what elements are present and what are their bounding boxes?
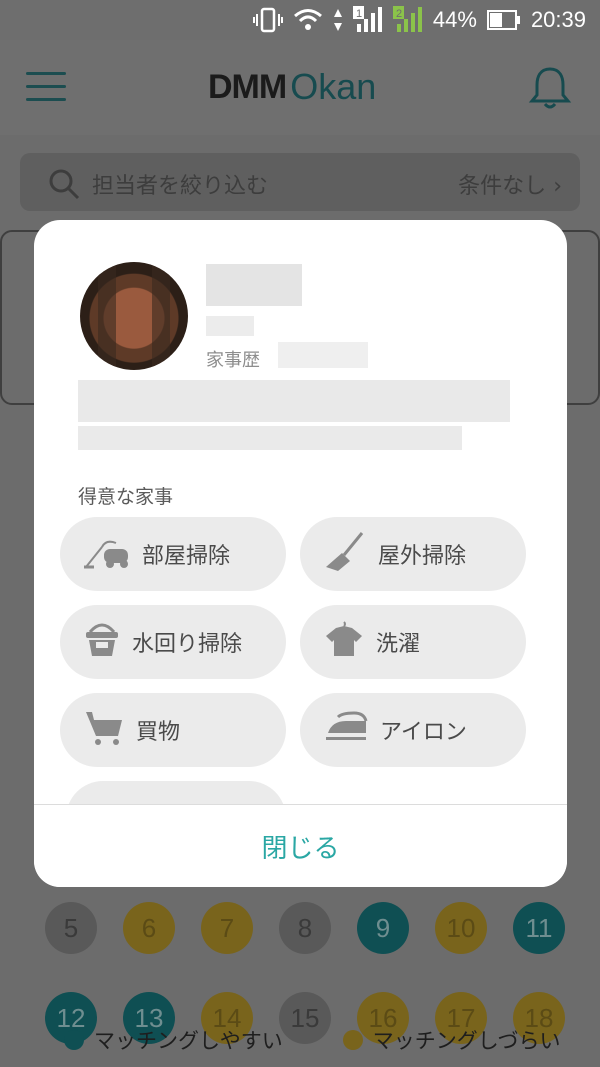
chore-label: 水回り掃除 [132,632,243,657]
bio-line2-redacted [78,426,462,450]
legend-easy-label: マッチングしやすい [94,1029,283,1053]
bell-icon[interactable] [528,65,572,115]
logo-okan: Okan [290,66,377,107]
specialty-list: 部屋掃除 屋外掃除 水回り掃除 洗濯 買物 アイロン [60,517,528,767]
filter-bar[interactable]: 担当者を絞り込む 条件なし › [20,153,580,211]
status-bar: 1 2 44% 20:39 [0,0,600,40]
calendar-day[interactable]: 9 [357,902,409,954]
avatar [80,262,188,370]
calendar-day[interactable]: 11 [513,902,565,954]
bio-line1-redacted [78,380,510,422]
chore-chip: 洗濯 [300,605,526,679]
calendar-row: 5 6 7 8 9 10 11 [45,902,565,954]
staff-age-redacted [206,316,254,336]
cart-icon [84,708,124,752]
staff-detail-modal: 家事歴 得意な家事 部屋掃除 屋外掃除 水回り掃除 洗濯 買物 アイロン 閉じる [34,220,567,887]
chore-label: 部屋掃除 [142,544,231,569]
bucket-icon [84,620,120,664]
legend-hard-label: マッチングしづらい [372,1029,561,1053]
chore-chip: アイロン [300,693,526,767]
broom-icon [324,531,366,577]
calendar-day[interactable]: 5 [45,902,97,954]
chore-label: 買物 [136,720,181,745]
calendar-day[interactable]: 7 [201,902,253,954]
wifi-icon [293,8,323,32]
legend: マッチングしやすい マッチングしづらい [64,1025,561,1055]
app-logo: DMM Okan [208,66,376,108]
modal-footer: 閉じる [34,804,567,887]
chore-chip: 屋外掃除 [300,517,526,591]
clock: 20:39 [530,7,586,32]
shirt-icon [324,620,364,664]
chore-label: 屋外掃除 [378,544,467,569]
signal-sim1-icon: 1 [352,6,383,34]
chore-chip: 水回り掃除 [60,605,286,679]
filter-placeholder: 担当者を絞り込む [92,174,269,199]
filter-condition-label: 条件なし [458,174,547,199]
chore-label: アイロン [380,720,467,745]
battery-icon [486,9,521,31]
chore-chip: 買物 [60,693,286,767]
iron-icon [324,711,368,749]
battery-percent: 44% [432,7,477,32]
search-icon [48,168,80,204]
housework-history-redacted [278,342,368,368]
data-arrows-icon [333,8,343,32]
filter-condition[interactable]: 条件なし › [458,168,562,200]
chevron-right-icon: › [553,174,562,199]
staff-name-redacted [206,264,302,306]
app-bar: DMM Okan [0,40,600,135]
legend-easy-dot [64,1030,84,1050]
menu-icon[interactable] [26,72,66,102]
specialty-title: 得意な家事 [78,486,174,508]
calendar-day[interactable]: 8 [279,902,331,954]
calendar-day[interactable]: 6 [123,902,175,954]
close-button[interactable]: 閉じる [261,828,339,865]
vacuum-icon [84,533,130,575]
signal-sim2-icon: 2 [392,6,423,34]
calendar-day[interactable]: 10 [435,902,487,954]
chore-label: 洗濯 [376,632,421,657]
housework-history-label: 家事歴 [206,350,260,371]
logo-dmm: DMM [208,67,287,106]
svg-text:1: 1 [356,8,362,20]
vibrate-icon [252,7,283,33]
chore-chip: 部屋掃除 [60,517,286,591]
svg-text:2: 2 [396,8,402,20]
legend-hard-dot [342,1030,363,1050]
